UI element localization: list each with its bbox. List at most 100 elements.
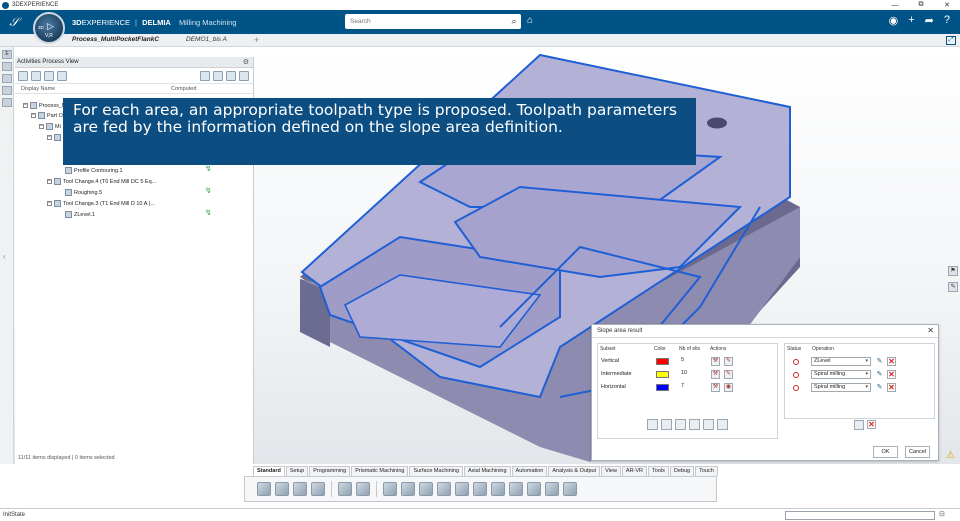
search-input[interactable] <box>345 18 507 25</box>
lock-icon[interactable]: ⊟ <box>939 510 945 518</box>
measure-icon[interactable] <box>356 482 370 496</box>
eye-icon[interactable]: ◉ <box>724 383 733 392</box>
cut-icon[interactable] <box>257 482 271 496</box>
cancel-button[interactable]: Cancel <box>905 446 930 458</box>
col-display-name[interactable]: Display Name <box>15 86 171 92</box>
fixture-icon[interactable] <box>527 482 541 496</box>
tree-config-icon[interactable] <box>226 70 236 81</box>
compass-widget[interactable]: 3D ▷ V,R <box>33 12 65 44</box>
delete-operation-icon[interactable]: ✕ <box>887 370 896 379</box>
tree-row-hidden[interactable]: − <box>47 134 63 141</box>
tree-row-zlevel[interactable]: ZLevel.1 <box>65 211 95 218</box>
add-tab-button[interactable]: + <box>254 35 259 45</box>
expand-toggle-icon[interactable]: − <box>31 113 36 118</box>
tab-analysis-output[interactable]: Analysis & Output <box>548 466 601 476</box>
merge-area-icon[interactable] <box>689 419 700 430</box>
tree-row-tool-change-3[interactable]: − Tool Change.3 (T1 End Mill D 10 A (... <box>47 200 155 207</box>
color-swatch-vertical[interactable] <box>656 358 669 365</box>
tree-row-program[interactable]: − Mi <box>39 123 61 130</box>
process-icon[interactable] <box>2 62 12 71</box>
tool-change-tool-icon[interactable] <box>437 482 451 496</box>
wrench-icon[interactable]: ⚒ <box>711 383 720 392</box>
paste-icon[interactable] <box>293 482 307 496</box>
rotate-icon[interactable] <box>563 482 577 496</box>
tree-row-roughing[interactable]: Roughing.5 <box>65 189 102 196</box>
tree-row-part-op[interactable]: − Part Op <box>31 112 66 119</box>
add-icon[interactable]: + <box>908 14 914 27</box>
tree-filter-icon[interactable] <box>213 70 223 81</box>
pencil-icon[interactable]: ✎ <box>724 370 733 379</box>
restore-button[interactable]: ⧉ <box>908 1 934 9</box>
dialog-close-icon[interactable]: ✕ <box>927 326 934 335</box>
edit-operation-icon[interactable]: ✎ <box>875 370 884 379</box>
comment-icon[interactable]: ✎ <box>948 282 958 292</box>
tree-toggle-icon[interactable]: E <box>2 50 12 59</box>
close-window-button[interactable]: ✕ <box>934 1 960 9</box>
tab-standard[interactable]: Standard <box>253 466 285 476</box>
expand-toggle-icon[interactable]: − <box>47 179 52 184</box>
expand-tree-icon[interactable] <box>18 70 28 81</box>
expand-toggle-icon[interactable]: − <box>47 135 52 140</box>
tab-ar-vr[interactable]: AR-VR <box>621 466 648 476</box>
tab-prismatic-machining[interactable]: Prismatic Machining <box>351 466 409 476</box>
table-icon[interactable] <box>854 420 864 430</box>
tab-process[interactable]: Process_MultiPocketFlankC <box>72 36 159 43</box>
display-options-icon[interactable] <box>57 70 67 81</box>
tab-automation[interactable]: Automation <box>511 466 548 476</box>
split-area-icon[interactable] <box>675 419 686 430</box>
tab-tools[interactable]: Tools <box>648 466 669 476</box>
play-icon[interactable]: ▷ <box>47 21 54 32</box>
warning-icon[interactable]: ⚠ <box>946 450 955 461</box>
edit-operation-icon[interactable]: ✎ <box>875 383 884 392</box>
select-face-icon[interactable] <box>647 419 658 430</box>
compute-icon[interactable] <box>473 482 487 496</box>
flag-icon[interactable]: ⚑ <box>948 266 958 276</box>
delete-all-icon[interactable]: ✕ <box>867 420 876 429</box>
filter-level-icon[interactable] <box>44 70 54 81</box>
undo-icon[interactable] <box>311 482 325 496</box>
simulate-icon[interactable] <box>455 482 469 496</box>
product-icon[interactable] <box>2 86 12 95</box>
ok-button[interactable]: OK <box>873 446 898 458</box>
tree-row-tool-change-4[interactable]: − Tool Change.4 (T0 End Mill DC 5 Eq... <box>47 178 156 185</box>
tag-icon[interactable]: ⌂ <box>527 15 533 26</box>
tree-row-profile-contouring[interactable]: Profile Contouring.1 <box>65 167 123 174</box>
color-swatch-horizontal[interactable] <box>656 384 669 391</box>
color-map-icon[interactable] <box>661 419 672 430</box>
panel-close-icon[interactable]: ⚙ <box>243 58 249 66</box>
tab-programming[interactable]: Programming <box>309 466 351 476</box>
dassault-logo-icon[interactable]: 𝒮 <box>0 15 28 30</box>
search-icon[interactable]: ⌕ <box>507 16 521 27</box>
tab-surface-machining[interactable]: Surface Machining <box>409 466 464 476</box>
operation-select-horizontal[interactable]: Spiral milling ▾ <box>811 383 871 392</box>
tab-demo[interactable]: DEMO1_bis A <box>186 36 227 43</box>
edit-operation-icon[interactable]: ✎ <box>875 357 884 366</box>
help-icon[interactable]: ? <box>944 14 950 27</box>
wrench-icon[interactable]: ⚒ <box>711 357 720 366</box>
operation-select-vertical[interactable]: ZLevel ▾ <box>811 357 871 366</box>
share-icon[interactable]: ➦ <box>925 14 934 27</box>
delete-operation-icon[interactable]: ✕ <box>887 357 896 366</box>
delete-operation-icon[interactable]: ✕ <box>887 383 896 392</box>
zoom-icon[interactable] <box>338 482 352 496</box>
collapse-tree-icon[interactable] <box>31 70 41 81</box>
tab-setup[interactable]: Setup <box>285 466 309 476</box>
visibility-icon[interactable] <box>717 419 728 430</box>
wrench-icon[interactable]: ⚒ <box>711 370 720 379</box>
maximize-icon[interactable]: ⤢ <box>946 36 956 45</box>
tree-search-icon[interactable] <box>200 70 210 81</box>
tab-view[interactable]: View <box>601 466 621 476</box>
tree-row-process[interactable]: − Process_M <box>23 102 67 109</box>
feature-icon[interactable] <box>545 482 559 496</box>
expand-toggle-icon[interactable]: − <box>23 103 28 108</box>
settings-strip-icon[interactable] <box>2 98 12 107</box>
program-tool-icon[interactable] <box>419 482 433 496</box>
operation-select-intermediate[interactable]: Spiral milling ▾ <box>811 370 871 379</box>
resource-icon[interactable] <box>2 74 12 83</box>
user-profile-icon[interactable]: ◉ <box>889 14 899 27</box>
tab-axial-machining[interactable]: Axial Machining <box>464 466 511 476</box>
collapse-left-icon[interactable]: ‹ <box>3 252 6 261</box>
shape-icon[interactable] <box>703 419 714 430</box>
part-operation-tool-icon[interactable] <box>401 482 415 496</box>
tab-touch[interactable]: Touch <box>695 466 718 476</box>
